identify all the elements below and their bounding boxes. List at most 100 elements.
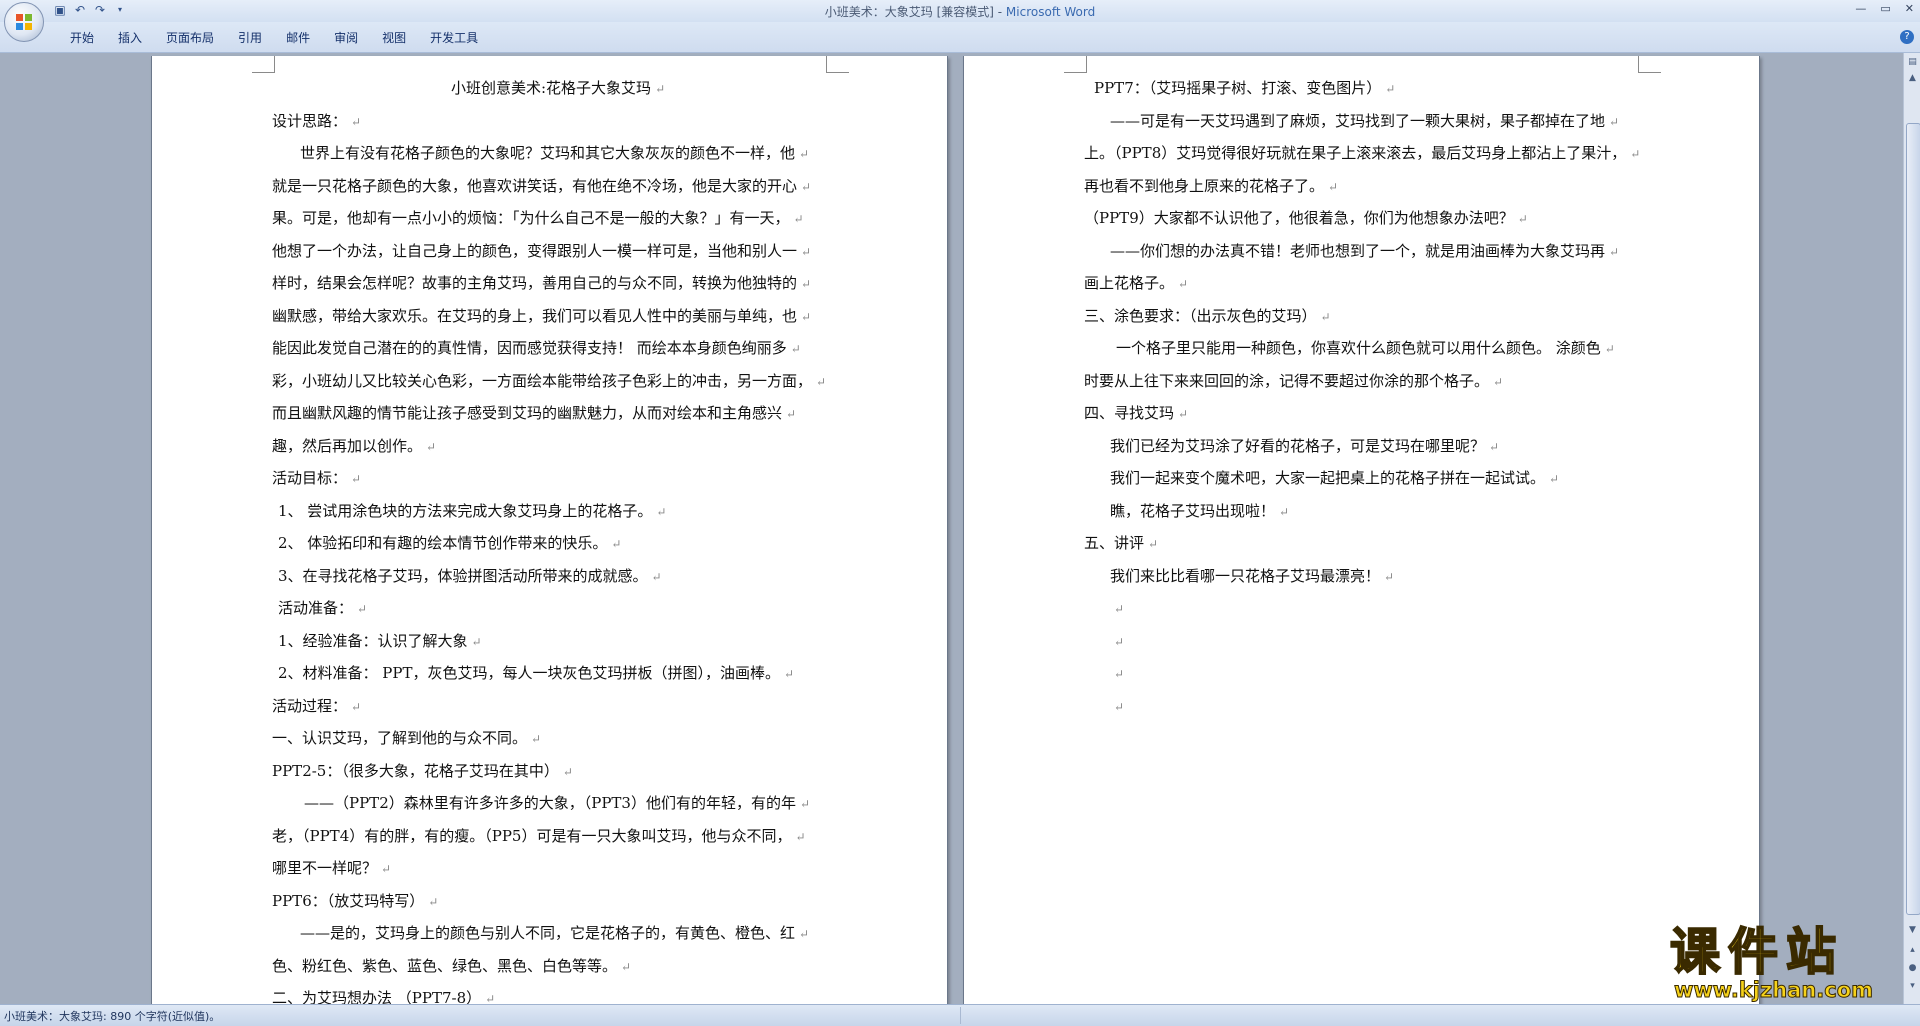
document-paragraph: （PPT9）大家都不认识他了，他很着急，你们为他想象办法吧？ ↵	[1084, 202, 1528, 235]
paragraph-text: PPT6：（放艾玛特写）	[272, 891, 425, 910]
paragraph-mark-icon: ↵	[351, 472, 362, 486]
document-paragraph: 样时，结果会怎样呢？故事的主角艾玛，善用自己的与众不同，转换为他独特的 ↵	[272, 267, 811, 300]
next-page-icon[interactable]: ▾	[1905, 979, 1920, 994]
paragraph-mark-icon: ↵	[471, 634, 482, 649]
scroll-down-icon[interactable]: ▼	[1905, 923, 1920, 938]
paragraph-mark-icon: ↵	[655, 82, 666, 96]
paragraph-mark-icon: ↵	[799, 147, 810, 161]
paragraph-text: 果。可是，他却有一点小小的烦恼：「为什么自己不是一般的大象？」有一天，	[272, 209, 790, 227]
paragraph-mark-icon: ↵	[790, 342, 801, 356]
paragraph-mark-icon: ↵	[1148, 537, 1159, 551]
paragraph-mark-icon: ↵	[784, 667, 795, 681]
document-paragraph: 幽默感，带给大家欢乐。在艾玛的身上，我们可以看见人性中的美丽与单纯，也 ↵	[272, 300, 811, 333]
document-heading: 小班创意美术:花格子大象艾玛 ↵	[451, 72, 665, 105]
paragraph-text: 2、材料准备： PPT，灰色艾玛，每人一块灰色艾玛拼板（拼图），油画棒。	[278, 664, 781, 682]
document-paragraph: 四、寻找艾玛 ↵	[1084, 397, 1188, 430]
select-browse-object-icon[interactable]: ●	[1905, 961, 1920, 976]
office-button[interactable]	[4, 2, 44, 42]
paragraph-mark-icon: ↵	[786, 407, 797, 421]
paragraph-mark-icon: ↵	[426, 439, 437, 454]
paragraph-text: 活动目标：	[272, 469, 348, 487]
paragraph-text: ——（PPT2）森林里有许多许多的大象，（PPT3）他们有的年轻，有的年	[304, 794, 796, 812]
document-paragraph: PPT7：（艾玛摇果子树、打滚、变色图片） ↵	[1094, 72, 1395, 105]
minimize-button[interactable]: —	[1855, 2, 1866, 15]
document-paragraph: 瞧，花格子艾玛出现啦！ ↵	[1110, 495, 1289, 528]
window-controls: — ▭ ✕	[1855, 2, 1914, 15]
paragraph-mark-icon: ↵	[656, 504, 667, 519]
paragraph-mark-icon: ↵	[1114, 634, 1125, 649]
tab-review[interactable]: 审阅	[322, 29, 370, 47]
paragraph-text: 三、涂色要求：（出示灰色的艾玛）	[1084, 306, 1317, 325]
document-paragraph: 1、 尝试用涂色块的方法来完成大象艾玛身上的花格子。 ↵	[278, 495, 666, 528]
paragraph-text: 时要从上往下来来回回的涂，记得不要超过你涂的那个格子。	[1084, 371, 1490, 390]
word-count-status[interactable]: 小班美术：大象艾玛: 890 个字符(近似值)。	[4, 1008, 220, 1024]
paragraph-mark-icon: ↵	[1178, 407, 1189, 421]
crop-mark	[826, 56, 849, 73]
document-paragraph: 而且幽默风趣的情节能让孩子感受到艾玛的幽默魅力，从而对绘本和主角感兴 ↵	[272, 397, 796, 430]
tab-insert[interactable]: 插入	[106, 29, 154, 47]
document-paragraph: 就是一只花格子颜色的大象，他喜欢讲笑话，有他在绝不冷场，他是大家的开心 ↵	[272, 170, 811, 203]
document-paragraph: ↵	[1110, 625, 1124, 658]
paragraph-mark-icon: ↵	[562, 764, 573, 779]
paragraph-text: 样时，结果会怎样呢？故事的主角艾玛，善用自己的与众不同，转换为他独特的	[272, 274, 798, 292]
tab-view[interactable]: 视图	[370, 29, 418, 47]
paragraph-mark-icon: ↵	[1384, 569, 1395, 584]
document-paragraph: 我们一起来变个魔术吧，大家一起把桌上的花格子拼在一起试试。 ↵	[1110, 462, 1559, 495]
paragraph-mark-icon: ↵	[1609, 244, 1620, 259]
paragraph-text: 五、讲评	[1084, 534, 1145, 552]
paragraph-text: 能因此发觉自己潜在的的真性情，因而感觉获得支持！ 而绘本本身颜色绚丽多	[272, 339, 787, 357]
tab-references[interactable]: 引用	[226, 29, 274, 47]
paragraph-mark-icon: ↵	[1609, 114, 1620, 129]
close-button[interactable]: ✕	[1905, 2, 1914, 15]
paragraph-text: 他想了一个办法，让自己身上的颜色，变得跟别人一模一样可是，当他和别人一	[272, 241, 798, 260]
vertical-scrollbar[interactable]: ▤ ▲ ▼ ▴ ● ▾	[1903, 53, 1920, 1004]
status-divider	[960, 1007, 961, 1024]
paragraph-mark-icon: ↵	[357, 602, 368, 616]
paragraph-text: 世界上有没有花格子颜色的大象呢？艾玛和其它大象灰灰的颜色不一样，他	[300, 144, 796, 162]
document-paragraph: 一、认识艾玛，了解到他的与众不同。 ↵	[272, 722, 541, 755]
paragraph-mark-icon: ↵	[531, 732, 542, 746]
ribbon-tabs: 开始 插入 页面布局 引用 邮件 审阅 视图 开发工具	[58, 29, 490, 47]
document-paragraph: 趣，然后再加以创作。 ↵	[272, 430, 436, 463]
document-paragraph: 我们已经为艾玛涂了好看的花格子，可是艾玛在哪里呢？ ↵	[1110, 430, 1499, 463]
crop-mark	[1638, 56, 1661, 73]
document-paragraph: 世界上有没有花格子颜色的大象呢？艾玛和其它大象灰灰的颜色不一样，他 ↵	[300, 137, 809, 170]
paragraph-text: 就是一只花格子颜色的大象，他喜欢讲笑话，有他在绝不冷场，他是大家的开心	[272, 176, 798, 195]
paragraph-mark-icon: ↵	[793, 212, 804, 226]
paragraph-mark-icon: ↵	[351, 114, 362, 129]
paragraph-mark-icon: ↵	[1320, 309, 1331, 324]
tab-page-layout[interactable]: 页面布局	[154, 29, 226, 47]
document-area: 小班创意美术:花格子大象艾玛 ↵ 设计思路： ↵ 世界上有没有花格子颜色的大象呢？艾玛和…	[0, 53, 1903, 1004]
scroll-up-icon[interactable]: ▲	[1905, 71, 1920, 86]
document-paragraph: 色、粉红色、紫色、蓝色、绿色、黑色、白色等等。 ↵	[272, 950, 631, 983]
paragraph-mark-icon: ↵	[801, 277, 812, 291]
ruler-toggle-icon[interactable]: ▤	[1905, 55, 1920, 70]
document-paragraph: 一个格子里只能用一种颜色，你喜欢什么颜色就可以用什么颜色。 涂颜色 ↵	[1116, 332, 1615, 365]
paragraph-mark-icon: ↵	[1178, 277, 1189, 291]
tab-developer[interactable]: 开发工具	[418, 29, 490, 47]
document-paragraph: 3、在寻找花格子艾玛，体验拼图活动所带来的成就感。 ↵	[278, 560, 662, 593]
document-paragraph: ——可是有一天艾玛遇到了麻烦，艾玛找到了一颗大果树，果子都掉在了地 ↵	[1110, 105, 1619, 138]
paragraph-text: 1、经验准备：认识了解大象	[278, 631, 468, 650]
document-paragraph: ——是的，艾玛身上的颜色与别人不同，它是花格子的，有黄色、橙色、红 ↵	[300, 917, 809, 950]
title-bar: ▣ ↶ ↷ ▾ 小班美术：大象艾玛 [兼容模式] - Microsoft Wor…	[0, 0, 1920, 22]
previous-page-icon[interactable]: ▴	[1905, 943, 1920, 958]
document-paragraph: 2、材料准备： PPT，灰色艾玛，每人一块灰色艾玛拼板（拼图），油画棒。 ↵	[278, 657, 794, 690]
maximize-button[interactable]: ▭	[1880, 2, 1890, 15]
paragraph-text: 哪里不一样呢？	[272, 859, 378, 877]
tab-home[interactable]: 开始	[58, 29, 106, 47]
paragraph-mark-icon: ↵	[351, 699, 362, 714]
paragraph-mark-icon: ↵	[1517, 212, 1528, 226]
help-icon[interactable]: ?	[1900, 30, 1914, 44]
paragraph-text: 二、为艾玛想办法 （PPT7-8）	[272, 989, 482, 1004]
tab-mailings[interactable]: 邮件	[274, 29, 322, 47]
paragraph-text: 再也看不到他身上原来的花格子了。	[1084, 176, 1325, 195]
paragraph-mark-icon: ↵	[1279, 504, 1290, 519]
paragraph-mark-icon: ↵	[1604, 342, 1615, 356]
crop-mark	[252, 56, 275, 73]
document-paragraph: ↵	[1110, 592, 1124, 625]
scroll-thumb[interactable]	[1906, 123, 1920, 915]
window-title: 小班美术：大象艾玛 [兼容模式] - Microsoft Word	[0, 3, 1920, 20]
document-paragraph: 他想了一个办法，让自己身上的颜色，变得跟别人一模一样可是，当他和别人一 ↵	[272, 235, 811, 268]
document-paragraph: 时要从上往下来来回回的涂，记得不要超过你涂的那个格子。 ↵	[1084, 365, 1503, 398]
